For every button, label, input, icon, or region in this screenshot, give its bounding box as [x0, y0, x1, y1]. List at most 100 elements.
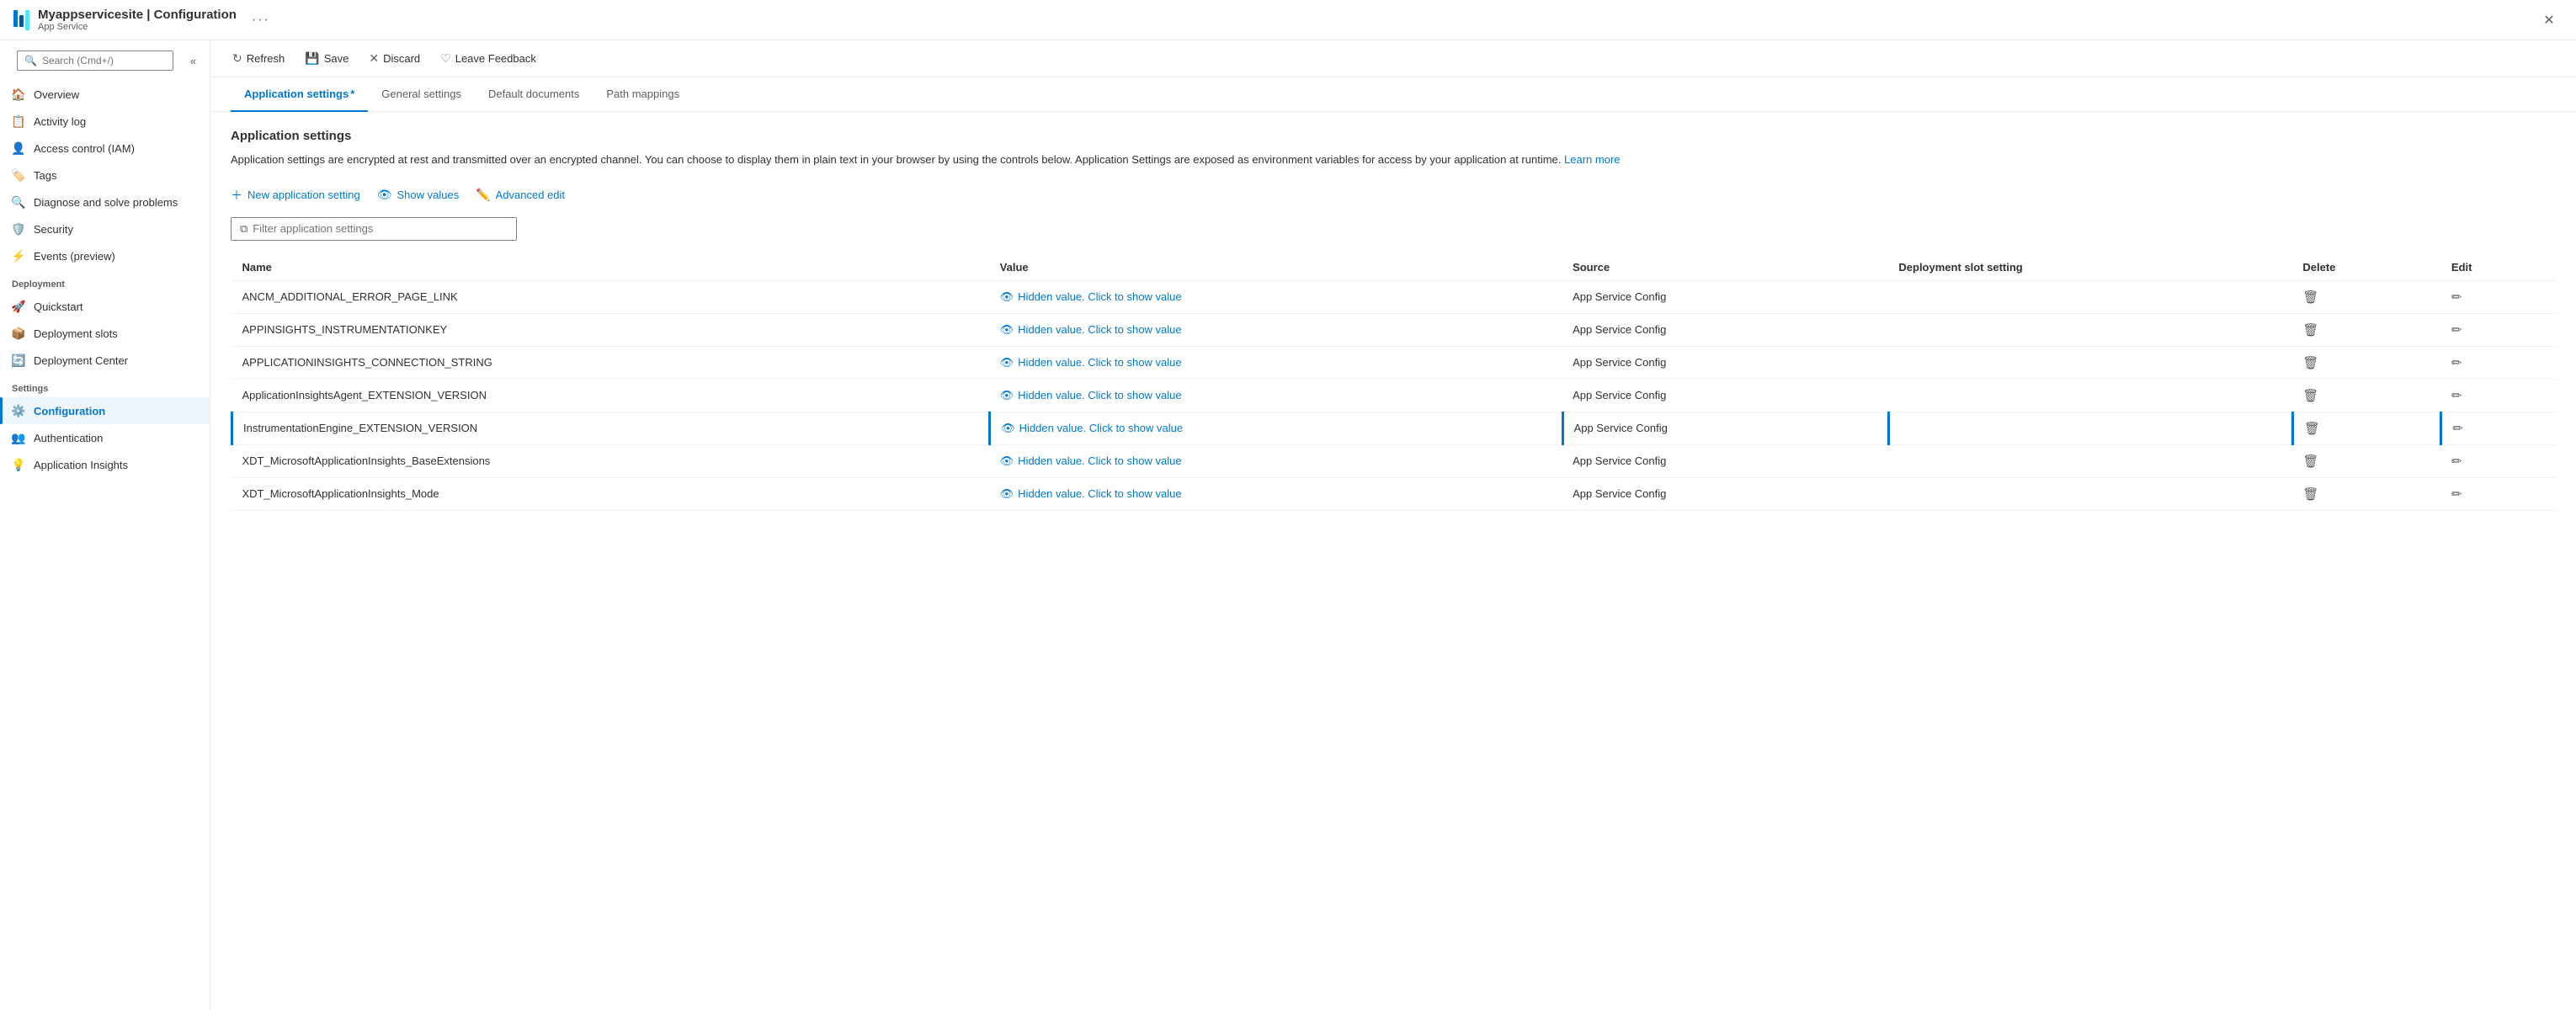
configuration-icon: ⚙️ — [12, 404, 25, 417]
app-title-group: Myappservicesite | Configuration App Ser… — [38, 8, 237, 32]
new-application-setting-button[interactable]: ＋ New application setting — [231, 183, 360, 207]
action-bar: ＋ New application setting 👁 Show values … — [231, 183, 2556, 207]
edit-button[interactable]: ✏ — [2451, 487, 2462, 502]
cell-deployment-slot — [1888, 477, 2292, 510]
refresh-label: Refresh — [247, 52, 285, 65]
sidebar-item-deployment-slots[interactable]: 📦 Deployment slots — [0, 320, 210, 347]
overview-icon: 🏠 — [12, 88, 25, 101]
learn-more-link[interactable]: Learn more — [1564, 153, 1620, 166]
hidden-value-link[interactable]: 👁 Hidden value. Click to show value — [1000, 290, 1552, 304]
app-title: Myappservicesite | Configuration — [38, 8, 237, 22]
table-row: ApplicationInsightsAgent_EXTENSION_VERSI… — [232, 379, 2557, 412]
section-description-text: Application settings are encrypted at re… — [231, 153, 1561, 166]
cell-deployment-slot — [1888, 346, 2292, 379]
sidebar-item-label: Diagnose and solve problems — [34, 196, 178, 209]
cell-value: 👁 Hidden value. Click to show value — [990, 346, 1562, 379]
edit-button[interactable]: ✏ — [2451, 356, 2462, 370]
logo-bar-2 — [19, 15, 24, 27]
search-box[interactable]: 🔍 — [17, 50, 173, 71]
hidden-value-link[interactable]: 👁 Hidden value. Click to show value — [1000, 454, 1552, 468]
edit-button[interactable]: ✏ — [2451, 290, 2462, 305]
edit-button[interactable]: ✏ — [2451, 389, 2462, 403]
sidebar-item-label: Tags — [34, 169, 56, 182]
feedback-button[interactable]: ♡ Leave Feedback — [432, 47, 545, 70]
close-button[interactable]: ✕ — [2536, 7, 2563, 34]
hidden-value-link[interactable]: 👁 Hidden value. Click to show value — [1000, 356, 1552, 369]
tab-application-settings[interactable]: Application settings* — [231, 77, 368, 112]
eye-icon: 👁 — [1000, 323, 1014, 337]
cell-deployment-slot — [1888, 444, 2292, 477]
cell-name: XDT_MicrosoftApplicationInsights_Mode — [232, 477, 990, 510]
edit-button[interactable]: ✏ — [2451, 454, 2462, 469]
cell-value: 👁 Hidden value. Click to show value — [990, 412, 1562, 444]
hidden-value-link[interactable]: 👁 Hidden value. Click to show value — [1000, 389, 1552, 402]
delete-button[interactable]: 🗑 — [2302, 356, 2318, 370]
hidden-value-link[interactable]: 👁 Hidden value. Click to show value — [1000, 323, 1552, 337]
discard-button[interactable]: ✕ Discard — [360, 47, 428, 70]
search-input[interactable] — [42, 55, 166, 66]
delete-button[interactable]: 🗑 — [2302, 454, 2318, 469]
advanced-edit-button[interactable]: ✏️ Advanced edit — [476, 184, 565, 205]
hidden-value-link[interactable]: 👁 Hidden value. Click to show value — [1000, 487, 1552, 501]
sidebar-item-activity-log[interactable]: 📋 Activity log — [0, 108, 210, 135]
activity-log-icon: 📋 — [12, 114, 25, 128]
table-row: ANCM_ADDITIONAL_ERROR_PAGE_LINK 👁 Hidden … — [232, 280, 2557, 313]
sidebar-item-events[interactable]: ⚡ Events (preview) — [0, 242, 210, 269]
sidebar-item-configuration[interactable]: ⚙️ Configuration — [0, 397, 210, 424]
edit-button[interactable]: ✏ — [2452, 422, 2463, 436]
show-values-button[interactable]: 👁 Show values — [377, 184, 460, 205]
filter-input[interactable] — [253, 222, 508, 235]
sidebar-item-tags[interactable]: 🏷️ Tags — [0, 162, 210, 189]
tab-path-mappings[interactable]: Path mappings — [593, 77, 693, 112]
edit-button[interactable]: ✏ — [2451, 323, 2462, 338]
sidebar-item-application-insights[interactable]: 💡 Application Insights — [0, 451, 210, 478]
main-panel: ↻ Refresh 💾 Save ✕ Discard ♡ Leave Feedb… — [210, 40, 2576, 1010]
tab-general-settings[interactable]: General settings — [368, 77, 475, 112]
delete-button[interactable]: 🗑 — [2302, 323, 2318, 338]
delete-button[interactable]: 🗑 — [2302, 290, 2318, 305]
eye-icon: 👁 — [1000, 290, 1014, 304]
main-layout: 🔍 « 🏠 Overview 📋 Activity log 👤 Access c… — [0, 40, 2576, 1010]
delete-button[interactable]: 🗑 — [2304, 422, 2320, 436]
application-insights-icon: 💡 — [12, 458, 25, 471]
table-row: APPINSIGHTS_INSTRUMENTATIONKEY👁 Hidden v… — [232, 313, 2557, 346]
sidebar-item-access-control[interactable]: 👤 Access control (IAM) — [0, 135, 210, 162]
cell-name: ANCM_ADDITIONAL_ERROR_PAGE_LINK — [232, 280, 990, 313]
sidebar-item-deployment-center[interactable]: 🔄 Deployment Center — [0, 347, 210, 374]
save-button[interactable]: 💾 Save — [296, 47, 357, 70]
sidebar-item-overview[interactable]: 🏠 Overview — [0, 81, 210, 108]
feedback-label: Leave Feedback — [455, 52, 536, 65]
cell-delete: 🗑 — [2292, 412, 2441, 444]
delete-button[interactable]: 🗑 — [2302, 487, 2318, 502]
sidebar-item-label: Overview — [34, 88, 79, 101]
sidebar-item-label: Quickstart — [34, 300, 83, 313]
discard-label: Discard — [383, 52, 420, 65]
delete-button[interactable]: 🗑 — [2302, 389, 2318, 403]
filter-box[interactable]: ⧉ — [231, 217, 517, 241]
refresh-button[interactable]: ↻ Refresh — [224, 47, 293, 70]
sidebar-item-label: Authentication — [34, 432, 103, 444]
cell-delete: 🗑 — [2292, 313, 2441, 346]
sidebar-item-diagnose[interactable]: 🔍 Diagnose and solve problems — [0, 189, 210, 215]
sidebar-item-authentication[interactable]: 👥 Authentication — [0, 424, 210, 451]
sidebar-item-label: Deployment Center — [34, 354, 128, 367]
cell-edit: ✏ — [2441, 412, 2556, 444]
cell-delete: 🗑 — [2292, 346, 2441, 379]
col-delete: Delete — [2292, 254, 2441, 281]
cell-delete: 🗑 — [2292, 379, 2441, 412]
tab-default-documents[interactable]: Default documents — [475, 77, 593, 112]
cell-value: 👁 Hidden value. Click to show value — [990, 379, 1562, 412]
cell-source: App Service Config — [1562, 346, 1888, 379]
sidebar-collapse-button[interactable]: « — [184, 50, 203, 71]
sidebar-item-label: Security — [34, 223, 73, 236]
cell-delete: 🗑 — [2292, 477, 2441, 510]
section-description: Application settings are encrypted at re… — [231, 152, 2556, 168]
cell-value: 👁 Hidden value. Click to show value — [990, 280, 1562, 313]
sidebar-item-security[interactable]: 🛡️ Security — [0, 215, 210, 242]
sidebar-item-quickstart[interactable]: 🚀 Quickstart — [0, 293, 210, 320]
eye-icon: 👁 — [1000, 487, 1014, 501]
new-label: New application setting — [247, 189, 360, 201]
more-options-button[interactable]: ··· — [252, 13, 270, 28]
hidden-value-link[interactable]: 👁 Hidden value. Click to show value — [1001, 422, 1551, 435]
logo-bar-1 — [13, 10, 18, 27]
